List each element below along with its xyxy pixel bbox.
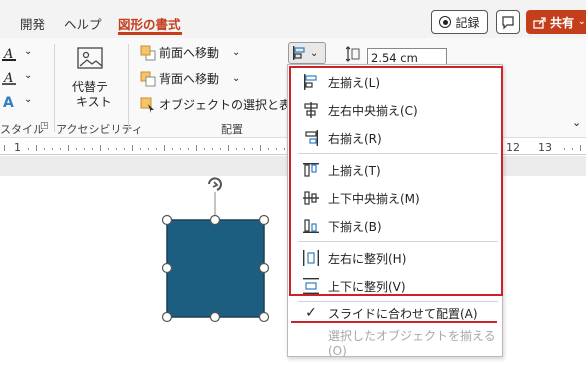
dialog-launcher-icon[interactable]: ◳ <box>40 121 49 131</box>
blue-square-shape[interactable] <box>166 219 265 318</box>
record-button[interactable]: 記録 <box>431 10 488 34</box>
ruler-tick <box>4 145 5 151</box>
record-icon <box>439 16 452 28</box>
ruler-tick <box>140 148 141 150</box>
record-label: 記録 <box>455 15 480 30</box>
ruler-tick <box>68 145 69 151</box>
selected-shape-group[interactable] <box>150 170 280 330</box>
ruler-tick <box>44 148 45 150</box>
selection-pane-label: オブジェクトの選択と表示 <box>159 98 304 112</box>
chevron-down-icon: ⌄ <box>232 47 241 58</box>
alt-text-label-2: キスト <box>76 95 112 109</box>
chevron-down-icon: ⌄ <box>578 17 586 27</box>
ruler-tick <box>572 148 573 150</box>
accessibility-group-label: アクセシビリティ <box>56 123 143 136</box>
ruler-tick <box>60 148 61 150</box>
text-effects-button[interactable]: A <box>2 94 18 113</box>
send-backward-icon <box>140 71 156 86</box>
highlight-annotation-box <box>289 66 503 296</box>
ruler-tick <box>148 148 149 150</box>
text-effects-icon: A <box>3 95 14 111</box>
ruler-tick <box>188 148 189 150</box>
rotate-handle-icon[interactable] <box>208 177 222 191</box>
send-backward-label: 背面へ移動 <box>159 72 220 86</box>
checkmark-icon: ✓ <box>305 305 317 321</box>
ruler-tick <box>244 148 245 150</box>
tab-developer[interactable]: 開発 <box>20 14 45 33</box>
menu-item-align-selected-objects: 選択したオブジェクトを揃える(O) <box>288 328 502 358</box>
group-divider <box>128 44 129 132</box>
active-tab-indicator <box>118 32 182 35</box>
text-fill-icon: A <box>2 47 16 62</box>
ribbon-tab-bar: 開発 ヘルプ 図形の書式 記録 共有 ⌄ <box>0 0 586 38</box>
style-group-label: スタイル <box>0 123 44 136</box>
height-icon <box>345 46 360 65</box>
comments-button[interactable] <box>496 10 520 34</box>
alt-text-icon <box>77 47 103 69</box>
ruler-tick <box>36 145 37 151</box>
ruler-tick <box>108 148 109 150</box>
bring-forward-button[interactable]: 前面へ移動 ⌄ <box>140 44 240 61</box>
share-button[interactable]: 共有 ⌄ <box>526 10 586 34</box>
ruler-tick <box>84 148 85 150</box>
text-outline-icon: A <box>2 71 16 86</box>
chevron-down-icon: ⌄ <box>310 47 319 59</box>
tab-help[interactable]: ヘルプ <box>64 14 102 33</box>
ruler-tick <box>212 148 213 150</box>
chevron-down-icon[interactable]: ⌄ <box>24 94 32 105</box>
ruler-tick <box>156 148 157 150</box>
ruler-tick <box>116 148 117 150</box>
align-left-icon <box>293 46 305 60</box>
ruler-tick <box>52 148 53 150</box>
ruler-tick <box>100 145 101 151</box>
arrange-group-label: 配置 <box>221 123 243 136</box>
ruler-tick <box>580 145 581 151</box>
align-button[interactable]: ⌄ <box>288 42 326 64</box>
svg-text:A: A <box>3 95 14 110</box>
comment-icon <box>502 16 514 30</box>
ruler-tick <box>124 148 125 150</box>
ruler-number: 1 <box>14 141 21 154</box>
ruler-tick <box>76 148 77 150</box>
selection-pane-icon <box>140 97 154 113</box>
menu-item-label: スライドに合わせて配置(A) <box>328 306 478 321</box>
text-outline-button[interactable]: A <box>2 70 18 89</box>
group-divider <box>54 44 55 132</box>
ruler-number: 12 <box>506 141 520 154</box>
share-icon <box>533 16 546 29</box>
ruler-tick <box>28 148 29 150</box>
share-label: 共有 <box>550 15 575 30</box>
ruler-tick <box>252 148 253 150</box>
ruler-tick <box>172 148 173 150</box>
bring-forward-icon <box>140 45 156 60</box>
chevron-down-icon[interactable]: ⌄ <box>24 46 32 57</box>
ribbon-collapse-icon[interactable]: ⌄ <box>572 116 581 129</box>
ruler-tick <box>276 148 277 150</box>
ruler-tick <box>180 148 181 150</box>
ruler-tick <box>228 145 229 151</box>
ruler-tick <box>236 148 237 150</box>
ruler-tick <box>260 145 261 151</box>
selection-pane-button[interactable]: オブジェクトの選択と表示 <box>140 96 303 113</box>
ruler-tick <box>164 145 165 151</box>
ruler-number: 13 <box>538 141 552 154</box>
bring-forward-label: 前面へ移動 <box>159 46 220 60</box>
send-backward-button[interactable]: 背面へ移動 ⌄ <box>140 70 240 87</box>
chevron-down-icon[interactable]: ⌄ <box>24 70 32 81</box>
ruler-tick <box>220 148 221 150</box>
menu-item-label: 選択したオブジェクトを揃える(O) <box>328 328 496 358</box>
ruler-tick <box>92 148 93 150</box>
ruler-tick <box>284 148 285 150</box>
tab-shape-format[interactable]: 図形の書式 <box>118 14 181 33</box>
ruler-tick <box>132 145 133 151</box>
highlight-annotation-underline <box>291 321 497 323</box>
ruler-tick <box>196 145 197 151</box>
ruler-tick <box>204 148 205 150</box>
ruler-tick <box>564 148 565 150</box>
text-fill-button[interactable]: A <box>2 46 18 65</box>
alt-text-button[interactable] <box>74 46 106 77</box>
ruler-tick <box>268 148 269 150</box>
chevron-down-icon: ⌄ <box>232 73 241 84</box>
